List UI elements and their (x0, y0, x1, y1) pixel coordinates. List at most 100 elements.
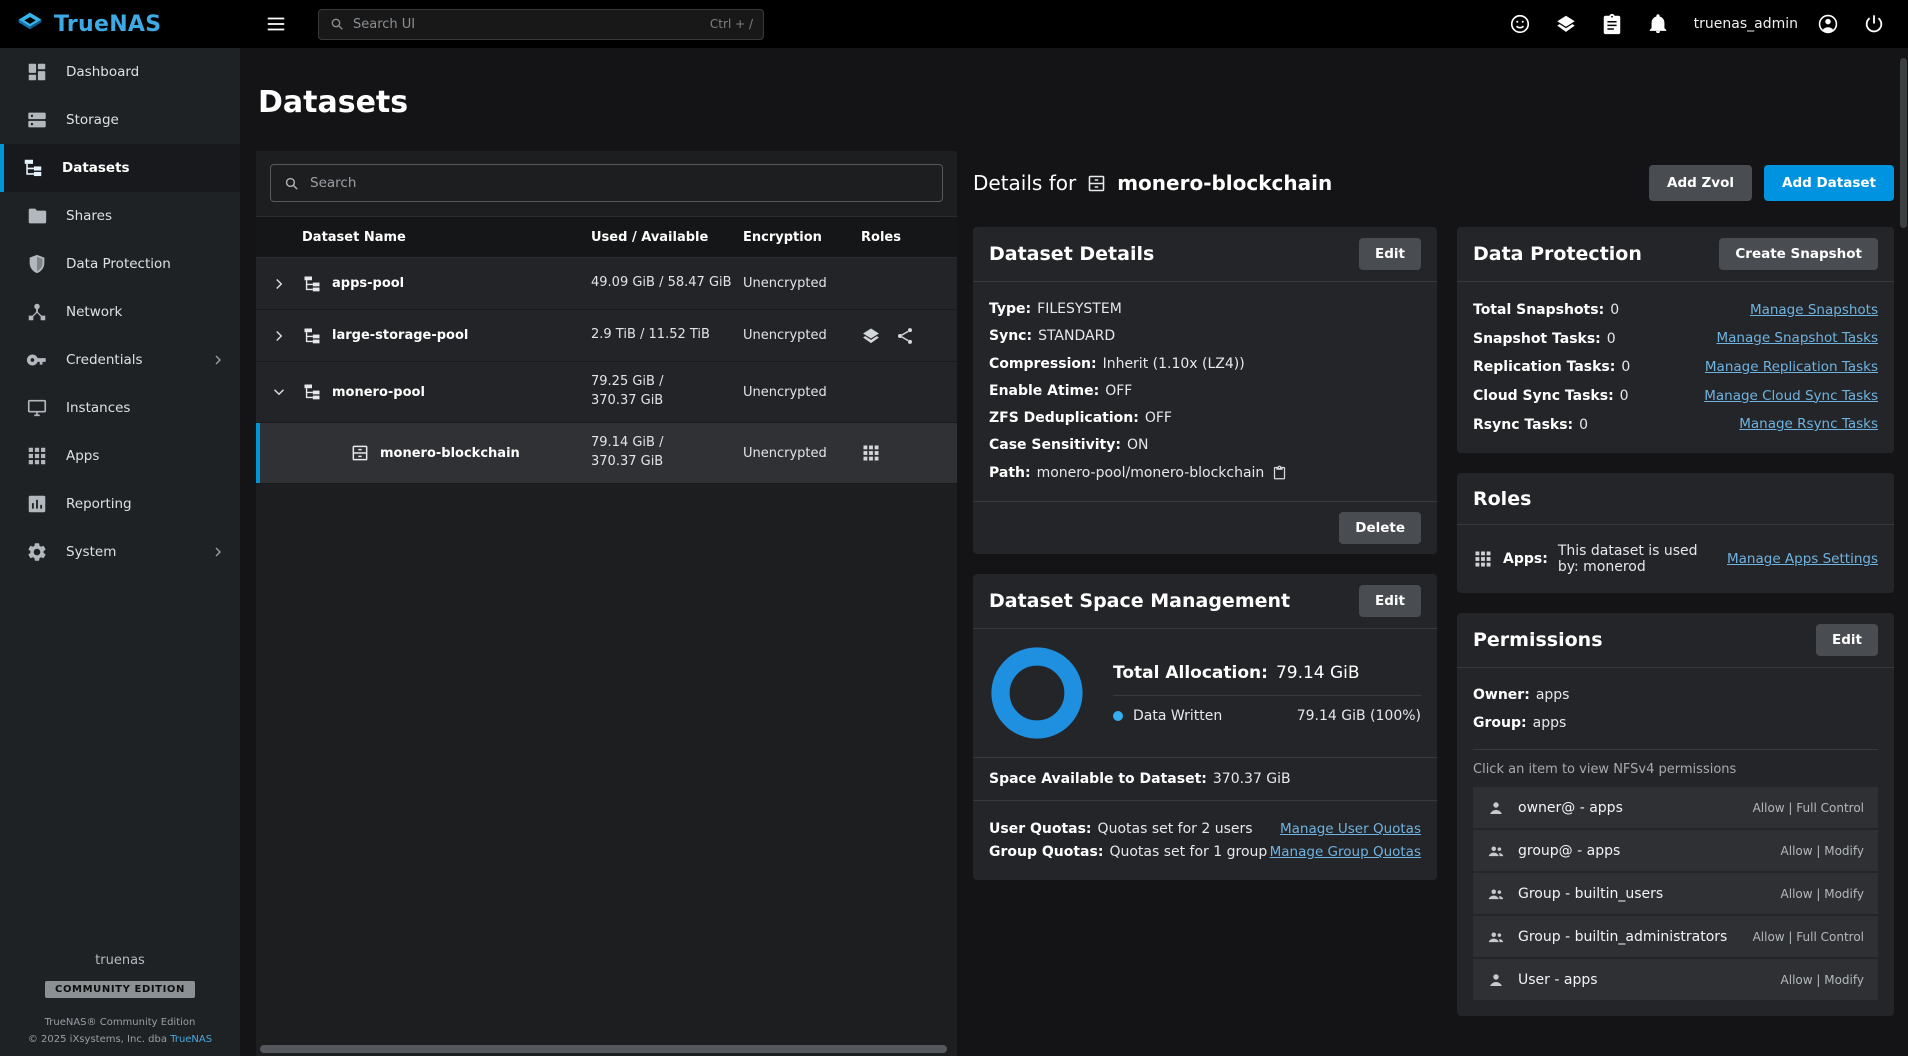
edit-permissions-button[interactable]: Edit (1816, 624, 1878, 656)
manage-snapshot-tasks-link[interactable]: Manage Snapshot Tasks (1717, 325, 1879, 353)
page-title: Datasets (258, 86, 1908, 119)
group-quotas-value: Quotas set for 1 group (1109, 844, 1267, 860)
permission-access: Allow | Modify (1781, 844, 1864, 858)
truenas-link[interactable]: TrueNAS (170, 1034, 212, 1045)
permission-who: Group - builtin_administrators (1518, 929, 1727, 945)
manage-cloud-sync-tasks-link[interactable]: Manage Cloud Sync Tasks (1704, 383, 1878, 411)
power-icon[interactable] (1854, 4, 1894, 44)
sidebar-item-credentials[interactable]: Credentials (0, 336, 240, 384)
used-available-value: 79.14 GiB / (591, 434, 743, 453)
vertical-scrollbar[interactable] (1900, 58, 1907, 228)
sidebar-item-system[interactable]: System (0, 528, 240, 576)
selected-dataset-name: monero-blockchain (1117, 171, 1332, 195)
truenas-logo-icon (16, 10, 44, 38)
permission-who: User - apps (1518, 972, 1598, 988)
sidebar-footer: truenas COMMUNITY EDITION TrueNAS® Commu… (0, 953, 240, 1056)
sidebar-item-datasets[interactable]: Datasets (0, 144, 240, 192)
hostname-label: truenas (0, 953, 240, 968)
group-label: Group: (1473, 715, 1527, 731)
owner-label: Owner: (1473, 687, 1530, 703)
permission-item-owner[interactable]: owner@ - apps Allow | Full Control (1473, 787, 1878, 828)
manage-user-quotas-link[interactable]: Manage User Quotas (1280, 821, 1421, 837)
key-icon (26, 349, 48, 371)
copy-path-icon[interactable] (1272, 465, 1287, 480)
space-management-card: Dataset Space Management Edit Total Allo… (973, 574, 1437, 880)
group-icon (1487, 842, 1505, 860)
used-available-value: 2.9 TiB / 11.52 TiB (591, 326, 743, 345)
dataset-search-input[interactable] (310, 175, 930, 191)
account-circle-icon[interactable] (1808, 4, 1848, 44)
collapse-chevron-down-icon[interactable] (256, 383, 302, 401)
card-title: Dataset Space Management (989, 590, 1290, 612)
card-title: Data Protection (1473, 243, 1642, 265)
sidebar-item-network[interactable]: Network (0, 288, 240, 336)
column-used-available: Used / Available (591, 230, 743, 245)
layers-icon[interactable] (1546, 4, 1586, 44)
field-label: Replication Tasks: (1473, 353, 1615, 382)
permission-item-builtin-administrators[interactable]: Group - builtin_administrators Allow | F… (1473, 916, 1878, 957)
sidebar-item-label: Network (66, 304, 122, 320)
dataset-name: monero-blockchain (380, 446, 520, 461)
manage-snapshots-link[interactable]: Manage Snapshots (1750, 297, 1878, 325)
field-label: Total Snapshots: (1473, 296, 1604, 325)
folder-icon (26, 205, 48, 227)
delete-dataset-button[interactable]: Delete (1339, 512, 1421, 544)
sidebar-item-data-protection[interactable]: Data Protection (0, 240, 240, 288)
feedback-smiley-icon[interactable] (1500, 4, 1540, 44)
sidebar-item-dashboard[interactable]: Dashboard (0, 48, 240, 96)
apps-role-label: Apps: (1503, 551, 1548, 567)
tree-header-row: Dataset Name Used / Available Encryption… (256, 216, 957, 258)
search-icon (329, 16, 345, 32)
global-search[interactable]: Ctrl + / (318, 9, 764, 40)
dataset-name: large-storage-pool (332, 328, 468, 343)
group-value: apps (1533, 715, 1567, 731)
field-label: Compression: (989, 356, 1097, 372)
expand-chevron-right-icon[interactable] (256, 275, 302, 293)
alerts-bell-icon[interactable] (1638, 4, 1678, 44)
edit-space-button[interactable]: Edit (1359, 585, 1421, 617)
dataset-name: apps-pool (332, 276, 404, 291)
field-value: monero-pool/monero-blockchain (1037, 465, 1265, 481)
truenas-logo[interactable]: TrueNAS (0, 10, 240, 38)
menu-toggle-button[interactable] (256, 4, 296, 44)
expand-chevron-right-icon[interactable] (256, 327, 302, 345)
sidebar-item-reporting[interactable]: Reporting (0, 480, 240, 528)
column-encryption: Encryption (743, 230, 861, 245)
copyright-text: © 2025 iXsystems, Inc. dba (28, 1034, 167, 1045)
add-dataset-button[interactable]: Add Dataset (1764, 165, 1894, 201)
dataset-row-monero-pool[interactable]: monero-pool 79.25 GiB /370.37 GiB Unencr… (256, 362, 957, 423)
permission-item-group-at[interactable]: group@ - apps Allow | Modify (1473, 830, 1878, 871)
manage-rsync-tasks-link[interactable]: Manage Rsync Tasks (1739, 411, 1878, 439)
dataset-row-large-storage-pool[interactable]: large-storage-pool 2.9 TiB / 11.52 TiB U… (256, 310, 957, 362)
owner-value: apps (1536, 687, 1570, 703)
username-label: truenas_admin (1694, 16, 1798, 32)
card-title: Permissions (1473, 629, 1603, 651)
space-available-label: Space Available to Dataset: (989, 771, 1207, 787)
field-label: Type: (989, 301, 1031, 317)
jobs-clipboard-icon[interactable] (1592, 4, 1632, 44)
add-zvol-button[interactable]: Add Zvol (1649, 165, 1752, 201)
permission-item-user-apps[interactable]: User - apps Allow | Modify (1473, 959, 1878, 1000)
permission-item-builtin-users[interactable]: Group - builtin_users Allow | Modify (1473, 873, 1878, 914)
dataset-name: monero-pool (332, 385, 425, 400)
edit-dataset-details-button[interactable]: Edit (1359, 238, 1421, 270)
group-icon (1487, 885, 1505, 903)
sidebar-item-apps[interactable]: Apps (0, 432, 240, 480)
field-value: Inherit (1.10x (LZ4)) (1103, 356, 1245, 372)
sidebar-item-instances[interactable]: Instances (0, 384, 240, 432)
sidebar-item-storage[interactable]: Storage (0, 96, 240, 144)
create-snapshot-button[interactable]: Create Snapshot (1719, 238, 1878, 270)
manage-replication-tasks-link[interactable]: Manage Replication Tasks (1705, 354, 1878, 382)
used-available-value2: 370.37 GiB (591, 453, 743, 472)
global-search-input[interactable] (353, 17, 702, 32)
sidebar-item-shares[interactable]: Shares (0, 192, 240, 240)
details-panel: Details for monero-blockchain Add Zvol A… (973, 151, 1894, 1056)
dataset-row-apps-pool[interactable]: apps-pool 49.09 GiB / 58.47 GiB Unencryp… (256, 258, 957, 310)
dataset-row-monero-blockchain[interactable]: monero-blockchain 79.14 GiB /370.37 GiB … (256, 423, 957, 484)
horizontal-scrollbar[interactable] (260, 1045, 947, 1053)
pool-tree-icon (302, 326, 322, 346)
dataset-search[interactable] (270, 164, 943, 202)
manage-apps-settings-link[interactable]: Manage Apps Settings (1727, 551, 1878, 567)
encryption-value: Unencrypted (743, 385, 861, 400)
manage-group-quotas-link[interactable]: Manage Group Quotas (1270, 844, 1421, 860)
